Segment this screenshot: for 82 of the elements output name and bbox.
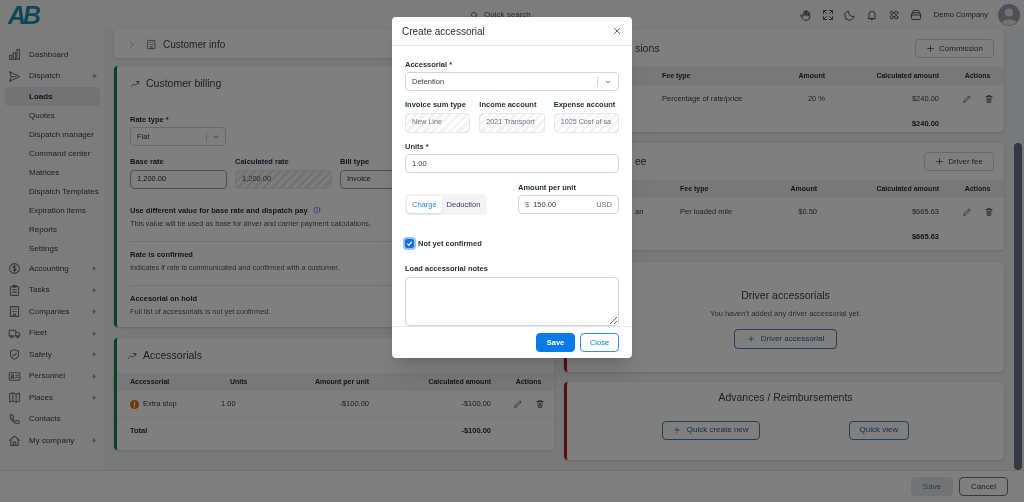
clipboard-icon bbox=[8, 283, 21, 297]
caret-icon bbox=[92, 438, 97, 444]
moon-icon[interactable] bbox=[843, 9, 856, 21]
scrollbar-thumb[interactable] bbox=[1014, 143, 1022, 470]
notes-field[interactable] bbox=[405, 276, 619, 326]
plus-icon bbox=[746, 335, 755, 343]
sidebar-item[interactable]: Contacts bbox=[5, 408, 100, 430]
sidebar-subitem[interactable]: Dispatch manager bbox=[5, 125, 100, 144]
pencil-icon[interactable] bbox=[961, 93, 972, 104]
warning-icon bbox=[130, 399, 139, 409]
card-title: Driver accessorials bbox=[741, 288, 830, 303]
sidebar-item[interactable]: Tasks bbox=[5, 279, 100, 301]
action-button[interactable]: Quick create new bbox=[661, 420, 760, 440]
footer-button[interactable]: Cancel bbox=[959, 477, 1008, 496]
sidebar-item[interactable]: Accounting bbox=[5, 258, 100, 280]
caret-icon bbox=[92, 352, 97, 358]
sidebar-subitem[interactable]: Dispatch Templates bbox=[5, 182, 100, 201]
caret-icon bbox=[92, 373, 97, 379]
caret-icon bbox=[92, 309, 97, 315]
building-icon bbox=[146, 38, 157, 50]
add-button[interactable]: Driver fee bbox=[924, 152, 994, 171]
trash-icon[interactable] bbox=[983, 93, 994, 104]
sidebar-subitem[interactable]: Matrices bbox=[5, 163, 100, 182]
card-title: ee bbox=[635, 153, 647, 169]
caret-icon bbox=[92, 287, 97, 293]
add-button[interactable]: Commission bbox=[915, 39, 994, 58]
sidebar-item[interactable]: Places bbox=[5, 387, 100, 409]
plus-icon bbox=[672, 426, 681, 435]
trash-icon[interactable] bbox=[534, 399, 545, 409]
wallet-icon[interactable] bbox=[909, 9, 922, 21]
paper-plane-icon bbox=[8, 69, 21, 83]
add-button[interactable]: Driver accessorial bbox=[733, 329, 838, 349]
chevron-icon bbox=[127, 39, 136, 49]
card-title: Advances / Reimbursements bbox=[718, 390, 853, 405]
shield-icon bbox=[8, 348, 21, 362]
sidebar-item[interactable]: Safety bbox=[5, 344, 100, 366]
plus-icon bbox=[926, 44, 935, 53]
avatar[interactable] bbox=[998, 4, 1020, 26]
bar-chart-icon bbox=[8, 48, 21, 62]
sidebar-item[interactable]: My company bbox=[5, 430, 100, 452]
close-icon[interactable] bbox=[612, 26, 622, 36]
sidebar-item[interactable]: Dashboard bbox=[5, 44, 100, 66]
card-title: sions bbox=[635, 40, 660, 56]
logo[interactable]: AB bbox=[8, 2, 39, 28]
fullscreen-icon[interactable] bbox=[821, 9, 834, 21]
house-icon bbox=[8, 434, 21, 448]
phone-icon bbox=[8, 412, 21, 426]
trend-icon bbox=[127, 350, 137, 361]
sidebar-subitem[interactable]: Command center bbox=[5, 144, 100, 163]
card-title: Customer info bbox=[163, 37, 226, 52]
trend-icon bbox=[130, 79, 140, 89]
caret-icon bbox=[92, 395, 97, 401]
sidebar-item[interactable]: Personnel bbox=[5, 365, 100, 387]
caret-icon bbox=[92, 73, 97, 79]
map-icon bbox=[8, 391, 21, 405]
id-card-icon bbox=[8, 369, 21, 383]
caret-icon bbox=[92, 330, 97, 336]
trash-icon[interactable] bbox=[983, 206, 994, 217]
card-title: Accessorials bbox=[143, 347, 202, 363]
sidebar-subitem[interactable]: Reports bbox=[5, 220, 100, 239]
sidebar-subitem[interactable]: Expiration items bbox=[5, 201, 100, 220]
caret-icon bbox=[92, 266, 97, 272]
sidebar-subitem[interactable]: Settings bbox=[5, 239, 100, 258]
pencil-icon[interactable] bbox=[961, 206, 972, 217]
hand-icon[interactable] bbox=[799, 9, 812, 21]
sidebar-subitem[interactable]: Loads bbox=[5, 87, 100, 106]
info-icon bbox=[312, 206, 321, 215]
sidebar-subitem[interactable]: Quotes bbox=[5, 106, 100, 125]
sidebar-item[interactable]: Dispatch bbox=[5, 65, 100, 87]
check-icon bbox=[406, 240, 413, 248]
card-title: Customer billing bbox=[146, 76, 222, 92]
pencil-icon[interactable] bbox=[512, 399, 523, 409]
search-icon bbox=[470, 10, 480, 20]
checkbox[interactable] bbox=[405, 239, 414, 249]
building-icon bbox=[8, 305, 21, 319]
sidebar-item[interactable]: Companies bbox=[5, 301, 100, 323]
grid-icon[interactable] bbox=[887, 9, 900, 21]
dollar-icon bbox=[8, 262, 21, 276]
sidebar-item[interactable]: Fleet bbox=[5, 322, 100, 344]
plus-icon bbox=[935, 157, 945, 166]
action-button[interactable]: Quick view bbox=[848, 420, 910, 440]
bell-icon[interactable] bbox=[865, 9, 878, 21]
